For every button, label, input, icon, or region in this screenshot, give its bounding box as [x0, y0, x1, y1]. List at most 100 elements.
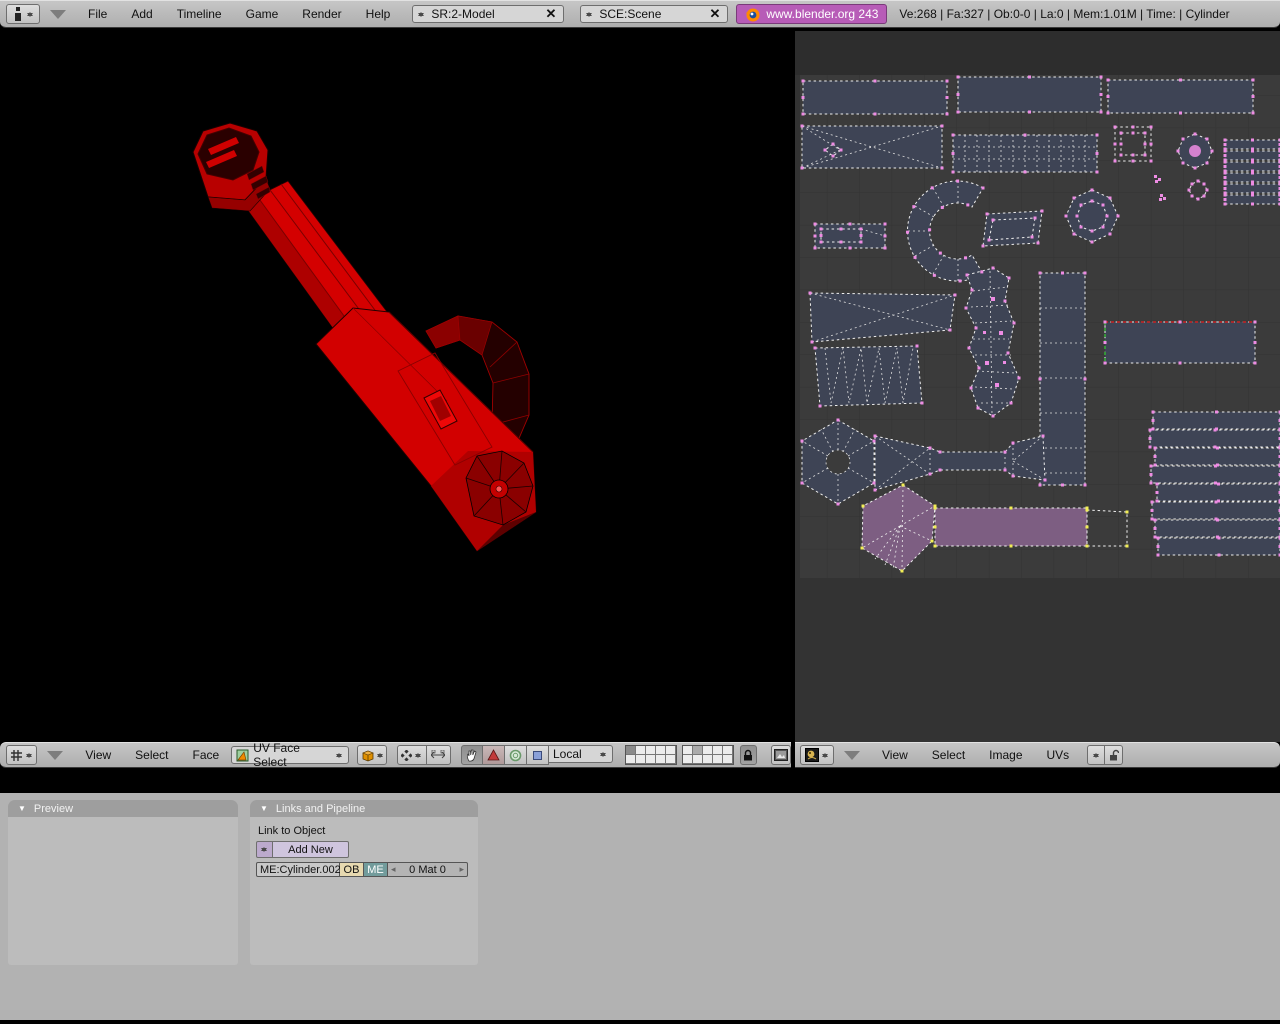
uv-editor-header: View Select Image UVs: [795, 742, 1280, 768]
blue-square-icon: [532, 750, 543, 761]
links-and-pipeline-panel[interactable]: ▼ Links and Pipeline Link to Object Add …: [250, 800, 478, 965]
buttons-window: ▼ Preview ▼ Links and Pipeline Link to O…: [0, 793, 1280, 1020]
updown-arrows-icon: [821, 750, 830, 761]
render-preview-button[interactable]: [771, 745, 791, 765]
manipulator-toggle-button[interactable]: [427, 745, 451, 765]
links-panel-title: Links and Pipeline: [276, 803, 365, 815]
mesh-object-red-drill: [0, 31, 791, 742]
menu-help[interactable]: Help: [366, 7, 391, 21]
main-header: File Add Timeline Game Render Help SR:2-…: [0, 0, 1280, 28]
move-widget-icon: [431, 750, 445, 760]
version-label: www.blender.org 243: [766, 7, 878, 21]
hand-icon: [466, 749, 478, 762]
links-panel-header[interactable]: ▼ Links and Pipeline: [250, 800, 478, 817]
updown-arrows-icon: [1092, 750, 1101, 761]
uv-image-editor[interactable]: [795, 31, 1280, 742]
menu-timeline[interactable]: Timeline: [177, 7, 222, 21]
updown-arrows-icon: [25, 750, 34, 761]
updown-arrows-icon: [26, 9, 35, 20]
editor-type-selector-uv[interactable]: [800, 745, 834, 765]
menu-game[interactable]: Game: [246, 7, 279, 21]
picture-icon: [774, 749, 788, 761]
uv-layout-canvas: [795, 31, 1280, 742]
grid-3d-view-icon: [10, 749, 23, 762]
pivot-selector-button[interactable]: [397, 745, 427, 765]
updown-arrows-icon: [414, 750, 423, 761]
scene-statistics: Ve:268 | Fa:327 | Ob:0-0 | La:0 | Mem:1.…: [899, 7, 1229, 21]
collapse-menus-icon[interactable]: [47, 751, 63, 760]
version-button[interactable]: www.blender.org 243: [736, 4, 887, 24]
menu-uvs[interactable]: UVs: [1047, 748, 1070, 762]
collapse-menus-icon[interactable]: [50, 10, 66, 19]
solid-cube-icon: [360, 748, 374, 762]
manipulator-translate-button[interactable]: [461, 745, 483, 765]
green-circle-icon: [509, 749, 522, 762]
browse-mesh-dropdown[interactable]: [256, 841, 273, 858]
blender-logo-icon: [745, 7, 760, 22]
menu-image[interactable]: Image: [989, 748, 1022, 762]
viewport-3d-header: View Select Face UV Face Select: [0, 742, 791, 768]
panel-collapse-icon[interactable]: ▼: [260, 804, 268, 813]
face-select-mode-icon: [236, 749, 249, 762]
window-type-button[interactable]: [6, 4, 40, 24]
menu-view[interactable]: View: [85, 748, 111, 762]
manipulator-rotate-button[interactable]: [483, 745, 505, 765]
image-editor-icon: [805, 748, 819, 762]
updown-arrows-icon: [376, 750, 385, 761]
lock-layers-button[interactable]: [740, 745, 757, 765]
preview-panel-body: [8, 817, 238, 965]
menu-select[interactable]: Select: [932, 748, 965, 762]
red-triangle-icon: [487, 749, 500, 761]
panel-collapse-icon[interactable]: ▼: [18, 804, 26, 813]
image-pin-selector-button[interactable]: [1087, 745, 1105, 765]
mode-selector[interactable]: UV Face Select: [231, 746, 349, 764]
ob-toggle-button[interactable]: OB: [340, 862, 364, 877]
material-counter-value: 0 Mat 0: [409, 864, 446, 876]
preview-panel-header[interactable]: ▼ Preview: [8, 800, 238, 817]
info-icon: [12, 7, 24, 21]
transform-orientation-selector[interactable]: Local: [549, 745, 613, 763]
orientation-label: Local: [553, 747, 595, 761]
close-icon[interactable]: ✕: [706, 6, 723, 22]
scene-selector[interactable]: SCE:Scene ✕: [580, 5, 728, 23]
menu-select[interactable]: Select: [135, 748, 168, 762]
links-panel-body: Link to Object Add New ME:Cylinder.002 O…: [250, 817, 478, 965]
link-to-object-label: Link to Object: [258, 825, 472, 837]
updown-arrows-icon: [260, 844, 269, 855]
pivot-dots-icon: [401, 750, 412, 761]
add-new-button[interactable]: Add New: [273, 841, 349, 858]
menu-file[interactable]: File: [88, 7, 107, 21]
menu-face[interactable]: Face: [193, 748, 220, 762]
draw-type-button[interactable]: [357, 745, 387, 765]
preview-panel-title: Preview: [34, 803, 73, 815]
screen-selector[interactable]: SR:2-Model ✕: [412, 5, 564, 23]
close-icon[interactable]: ✕: [542, 6, 559, 22]
mesh-name-field[interactable]: ME:Cylinder.002: [256, 862, 340, 877]
updown-arrows-icon: [599, 749, 608, 760]
manipulator-extra-button[interactable]: [527, 745, 549, 765]
left-arrow-icon[interactable]: ◂: [391, 864, 396, 875]
updown-arrows-icon: [585, 9, 594, 20]
lock-open-icon: [1109, 749, 1119, 761]
collapse-menus-icon[interactable]: [844, 751, 860, 760]
mode-label: UV Face Select: [253, 741, 331, 769]
screen-name: SR:2-Model: [431, 7, 537, 21]
right-arrow-icon[interactable]: ▸: [459, 864, 464, 875]
editor-type-selector-3d[interactable]: [6, 745, 37, 765]
updown-arrows-icon: [335, 750, 344, 761]
menu-render[interactable]: Render: [302, 7, 341, 21]
layer-buttons-group-2[interactable]: [682, 745, 734, 765]
me-toggle-button[interactable]: ME: [364, 862, 388, 877]
manipulator-scale-button[interactable]: [505, 745, 527, 765]
update-lock-button[interactable]: [1105, 745, 1123, 765]
menu-view[interactable]: View: [882, 748, 908, 762]
scene-name: SCE:Scene: [599, 7, 701, 21]
viewport-3d[interactable]: [0, 31, 791, 742]
blender-window: File Add Timeline Game Render Help SR:2-…: [0, 0, 1280, 1024]
menu-add[interactable]: Add: [131, 7, 152, 21]
layer-buttons-group-1[interactable]: [625, 745, 677, 765]
lock-closed-icon: [743, 749, 753, 761]
preview-panel[interactable]: ▼ Preview: [8, 800, 238, 965]
updown-arrows-icon: [417, 9, 426, 20]
material-counter[interactable]: ◂ 0 Mat 0 ▸: [388, 862, 468, 877]
